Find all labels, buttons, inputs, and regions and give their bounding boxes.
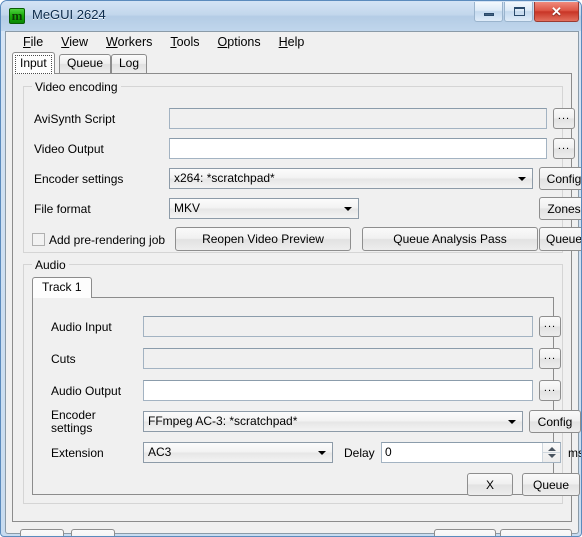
- menu-item-help[interactable]: Help: [270, 33, 314, 51]
- one-click-button[interactable]: One-Click: [434, 529, 496, 536]
- audio-input-browse-button[interactable]: ...: [539, 316, 561, 337]
- tab-queue[interactable]: Queue: [59, 54, 112, 73]
- delay-stepper[interactable]: [542, 443, 560, 462]
- chevron-down-icon: [508, 420, 516, 424]
- add-prerendering-job-checkbox[interactable]: Add pre-rendering job: [32, 233, 165, 247]
- title-bar: MeGUI 2624 ✕: [1, 1, 581, 31]
- video-encoding-legend: Video encoding: [32, 80, 121, 94]
- menu-bar: File View Workers Tools Options Help: [6, 32, 578, 52]
- audio-output-browse-button[interactable]: ...: [539, 380, 561, 401]
- audio-encoder-settings-value: FFmpeg AC-3: *scratchpad*: [148, 414, 298, 428]
- menu-label: ptions: [227, 35, 261, 49]
- megui-app-icon: [9, 7, 25, 24]
- tab-track-1[interactable]: Track 1: [32, 277, 92, 298]
- minimize-button[interactable]: [474, 2, 503, 22]
- avisynth-browse-button[interactable]: ...: [553, 108, 575, 129]
- megui-main-window: MeGUI 2624 ✕ File View Workers Tools Opt…: [0, 0, 582, 537]
- tab-focus-rect: [15, 55, 52, 74]
- menu-item-file[interactable]: File: [14, 33, 52, 51]
- menu-label: ile: [30, 35, 44, 49]
- audio-input-label: Audio Input: [51, 320, 112, 334]
- video-output-input[interactable]: [169, 138, 547, 159]
- video-output-browse-button[interactable]: ...: [553, 138, 575, 159]
- tab-queue-label: Queue: [67, 56, 104, 70]
- close-button[interactable]: ✕: [534, 2, 579, 22]
- delay-units-label: ms: [568, 446, 581, 460]
- video-output-label: Video Output: [34, 142, 104, 156]
- menu-label: ools: [176, 35, 200, 49]
- maximize-button[interactable]: [504, 2, 533, 22]
- close-icon: ✕: [551, 4, 562, 19]
- video-config-button[interactable]: Config: [539, 167, 581, 190]
- menu-mnemonic: H: [278, 35, 288, 49]
- audio-config-button[interactable]: Config: [529, 410, 581, 433]
- menu-mnemonic: F: [23, 35, 31, 49]
- main-tab-strip: Input Queue Log: [12, 52, 572, 74]
- client-area: File View Workers Tools Options Help Inp…: [5, 31, 581, 536]
- checkbox-box-icon: [32, 233, 45, 246]
- delay-input[interactable]: 0: [381, 442, 561, 463]
- add-prerendering-job-label: Add pre-rendering job: [49, 233, 166, 247]
- audio-clear-button[interactable]: X: [467, 473, 513, 496]
- reset-button[interactable]: Reset: [20, 529, 64, 536]
- avisynth-script-label: AviSynth Script: [34, 112, 116, 126]
- menu-item-tools[interactable]: Tools: [161, 33, 208, 51]
- cuts-label: Cuts: [51, 352, 76, 366]
- file-format-combo[interactable]: MKV: [169, 198, 359, 219]
- stepper-up-icon[interactable]: [548, 447, 556, 451]
- menu-mnemonic: W: [106, 35, 118, 49]
- window-title: MeGUI 2624: [32, 7, 106, 22]
- menu-label: orkers: [117, 35, 153, 49]
- menu-item-view[interactable]: View: [52, 33, 97, 51]
- audio-encoder-label-line2: settings: [51, 421, 93, 435]
- avisynth-script-input[interactable]: [169, 108, 547, 129]
- video-encoder-settings-combo[interactable]: x264: *scratchpad*: [169, 168, 533, 189]
- input-tab-page: Video encoding AviSynth Script ... Video…: [12, 73, 581, 522]
- menu-label: iew: [69, 35, 89, 49]
- menu-mnemonic: O: [217, 35, 228, 49]
- video-queue-button[interactable]: Queue: [539, 227, 581, 251]
- menu-label: elp: [287, 35, 305, 49]
- audio-output-label: Audio Output: [51, 384, 122, 398]
- video-encoder-settings-label: Encoder settings: [34, 172, 124, 186]
- audio-group: Audio Track 1 Audio Input ... Cuts ... A…: [23, 258, 581, 504]
- cuts-browse-button[interactable]: ...: [539, 348, 561, 369]
- queue-analysis-pass-button[interactable]: Queue Analysis Pass: [362, 227, 538, 251]
- reopen-video-preview-button[interactable]: Reopen Video Preview: [175, 227, 351, 251]
- audio-track-1-page: Audio Input ... Cuts ... Audio Output ..…: [32, 297, 581, 496]
- menu-item-workers[interactable]: Workers: [97, 33, 161, 51]
- autoencode-button[interactable]: AutoEncode: [500, 529, 572, 536]
- extension-value: AC3: [148, 445, 172, 459]
- window-controls: ✕: [474, 2, 579, 22]
- file-format-label: File format: [34, 202, 91, 216]
- stepper-down-icon[interactable]: [548, 454, 556, 458]
- help-button[interactable]: Help: [71, 529, 115, 536]
- audio-track-tab-strip: Track 1: [32, 277, 554, 298]
- zones-button[interactable]: Zones: [539, 197, 581, 220]
- chevron-down-icon: [518, 177, 526, 181]
- menu-item-options[interactable]: Options: [209, 33, 270, 51]
- extension-combo[interactable]: AC3: [143, 442, 333, 463]
- tab-input[interactable]: Input: [12, 52, 55, 74]
- audio-output-field[interactable]: [143, 380, 533, 401]
- bottom-button-bar: Reset Help One-Click AutoEncode: [6, 522, 578, 536]
- audio-queue-button[interactable]: Queue: [522, 473, 580, 496]
- audio-encoder-label-line1: Encoder: [51, 408, 96, 422]
- audio-encoder-settings-combo[interactable]: FFmpeg AC-3: *scratchpad*: [143, 411, 523, 432]
- tab-log-label: Log: [119, 56, 140, 70]
- delay-label: Delay: [344, 446, 375, 460]
- cuts-field[interactable]: [143, 348, 533, 369]
- tab-track-1-label: Track 1: [42, 280, 82, 294]
- file-format-value: MKV: [174, 201, 201, 215]
- audio-input-field[interactable]: [143, 316, 533, 337]
- delay-value: 0: [385, 445, 392, 459]
- chevron-down-icon: [344, 207, 352, 211]
- video-encoding-group: Video encoding AviSynth Script ... Video…: [23, 80, 581, 253]
- tab-log[interactable]: Log: [111, 54, 148, 73]
- chevron-down-icon: [318, 451, 326, 455]
- video-encoder-settings-value: x264: *scratchpad*: [174, 171, 275, 185]
- audio-legend: Audio: [32, 258, 69, 272]
- extension-label: Extension: [51, 446, 104, 460]
